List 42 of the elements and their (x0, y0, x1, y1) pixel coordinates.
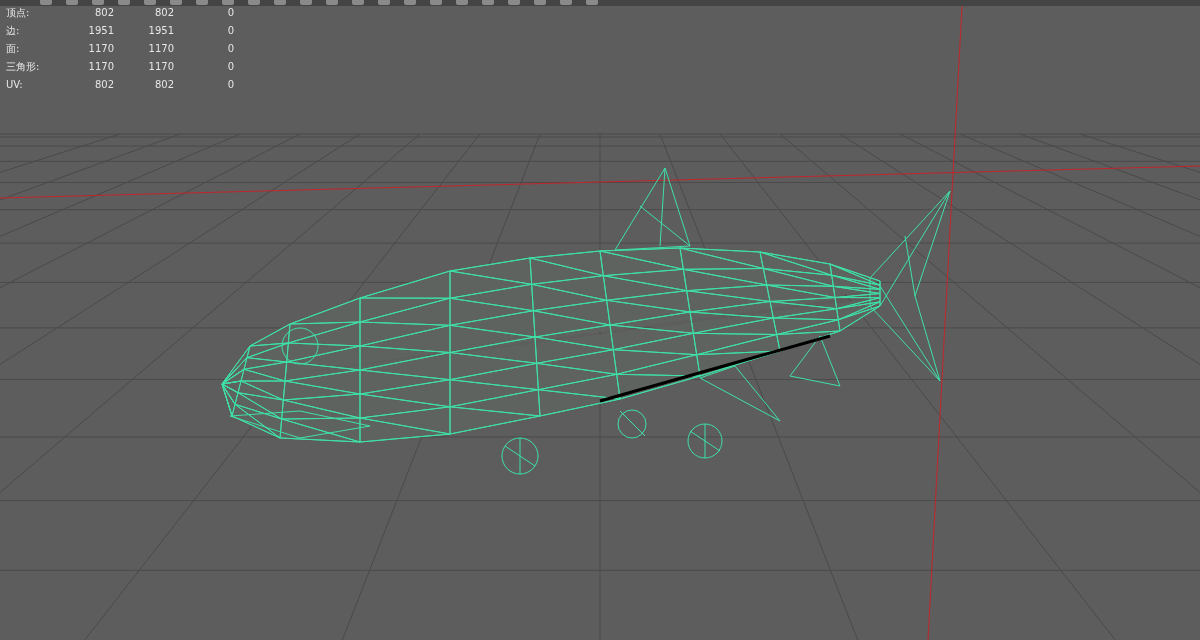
stat-value: 1170 (87, 42, 114, 56)
toolbar-icon[interactable] (326, 0, 338, 5)
toolbar-icon[interactable] (482, 0, 494, 5)
toolbar-icon[interactable] (40, 0, 52, 5)
stat-value: 1170 (87, 60, 114, 74)
toolbar-icon[interactable] (66, 0, 78, 5)
toolbar-icon[interactable] (118, 0, 130, 5)
toolbar-icon[interactable] (196, 0, 208, 5)
stat-label: 面: (6, 42, 21, 56)
stat-value: 1951 (87, 24, 114, 38)
stat-value: 802 (153, 6, 174, 20)
stat-label: UV: (6, 78, 24, 92)
toolbar-icon[interactable] (456, 0, 468, 5)
toolbar-icon[interactable] (170, 0, 182, 5)
toolbar-icon[interactable] (430, 0, 442, 5)
toolbar-icon[interactable] (586, 0, 598, 5)
stat-label: 顶点: (6, 6, 31, 20)
stat-value: 1170 (147, 42, 174, 56)
toolbar-icon[interactable] (534, 0, 546, 5)
stat-value: 802 (153, 78, 174, 92)
stat-value: 802 (93, 78, 114, 92)
stat-label: 三角形: (6, 60, 41, 74)
stat-value: 1951 (147, 24, 174, 38)
toolbar-icon[interactable] (300, 0, 312, 5)
stat-value: 1170 (147, 60, 174, 74)
toolbar-icon[interactable] (248, 0, 260, 5)
toolbar-icon[interactable] (274, 0, 286, 5)
stat-label: 边: (6, 24, 21, 38)
toolbar-icon[interactable] (352, 0, 364, 5)
toolbar-icon[interactable] (378, 0, 390, 5)
stat-value: 0 (226, 60, 234, 74)
toolbar-icon[interactable] (508, 0, 520, 5)
toolbar-icon[interactable] (144, 0, 156, 5)
toolbar-icon[interactable] (404, 0, 416, 5)
toolbar-icon[interactable] (222, 0, 234, 5)
stat-value: 0 (226, 78, 234, 92)
stat-value: 0 (226, 24, 234, 38)
stat-value: 0 (226, 42, 234, 56)
toolbar-icon[interactable] (560, 0, 572, 5)
stat-value: 0 (226, 6, 234, 20)
stat-value: 802 (93, 6, 114, 20)
toolbar-icon[interactable] (92, 0, 104, 5)
